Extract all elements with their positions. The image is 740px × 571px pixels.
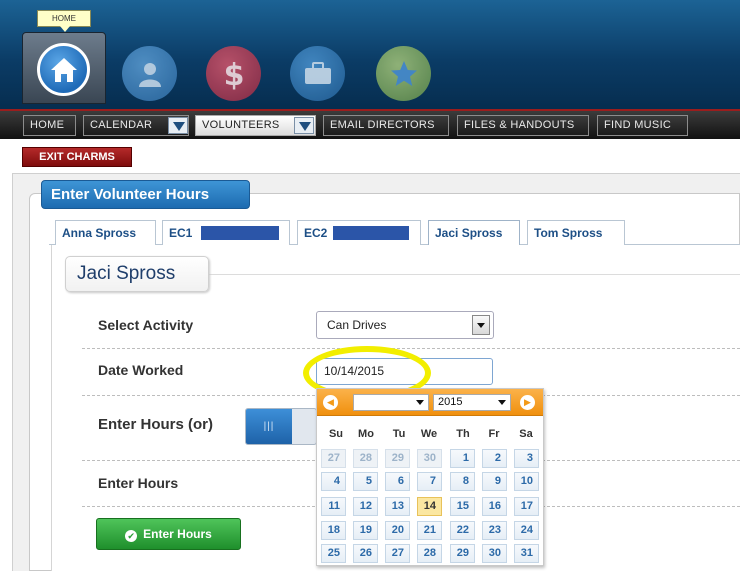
nav-calendar[interactable]: CALENDAR — [83, 115, 189, 136]
chevron-down-icon[interactable] — [168, 117, 188, 134]
calendar-day[interactable]: 6 — [385, 472, 410, 491]
calendar-day[interactable]: 11 — [321, 497, 346, 516]
nav-home[interactable]: HOME — [23, 115, 76, 136]
main-nav: HOME CALENDAR VOLUNTEERS EMAIL DIRECTORS… — [0, 109, 740, 139]
redacted-name — [333, 226, 409, 240]
calendar-day[interactable]: 12 — [353, 497, 378, 516]
input-mode-toggle[interactable]: ||| — [245, 408, 317, 445]
weekday-header: We — [420, 428, 438, 440]
activity-select-value: Can Drives — [327, 318, 387, 332]
prev-month-icon[interactable]: ◀ — [323, 395, 338, 410]
calendar-day[interactable]: 31 — [514, 544, 539, 563]
nav-calendar-label: CALENDAR — [90, 119, 153, 131]
calendar-day[interactable]: 23 — [482, 521, 507, 540]
year-select[interactable]: 2015 — [433, 394, 511, 411]
year-select-value: 2015 — [438, 396, 463, 408]
date-worked-label: Date Worked — [98, 362, 184, 378]
enter-hours-button[interactable]: ✔ Enter Hours — [96, 518, 241, 550]
check-icon: ✔ — [125, 530, 138, 542]
calendar-day[interactable]: 3 — [514, 449, 539, 468]
enter-hours-label: Enter Hours — [98, 475, 179, 491]
chevron-down-icon — [416, 400, 424, 405]
dollar-icon[interactable]: $ — [206, 46, 261, 101]
tab-tom-spross[interactable]: Tom Spross — [527, 220, 625, 245]
calendar-day[interactable]: 15 — [450, 497, 475, 516]
calendar-day[interactable]: 24 — [514, 521, 539, 540]
calendar-day[interactable]: 28 — [353, 449, 378, 468]
weekday-header: Fr — [488, 428, 500, 440]
calendar-day[interactable]: 7 — [417, 472, 442, 491]
panel-title: Enter Volunteer Hours — [41, 180, 250, 209]
enter-hours-or-label: Enter Hours (or) — [98, 416, 214, 433]
nav-files-handouts[interactable]: FILES & HANDOUTS — [457, 115, 589, 136]
nav-find-music[interactable]: FIND MUSIC — [597, 115, 688, 136]
app-header: HOME $ — [0, 0, 740, 109]
person-name-heading: Jaci Spross — [65, 256, 209, 292]
divider — [82, 348, 740, 349]
nav-email-directors[interactable]: EMAIL DIRECTORS — [323, 115, 449, 136]
calendar-day[interactable]: 19 — [353, 521, 378, 540]
weekday-header: Sa — [519, 428, 533, 440]
calendar-day[interactable]: 1 — [450, 449, 475, 468]
home-icon[interactable] — [37, 43, 90, 96]
calendar-day[interactable]: 30 — [482, 544, 507, 563]
weekday-header: Mo — [358, 428, 374, 440]
tab-ec1[interactable]: EC1 — [162, 220, 290, 245]
calendar-day[interactable]: 10 — [514, 472, 539, 491]
calendar-day[interactable]: 27 — [321, 449, 346, 468]
calendar-day[interactable]: 29 — [450, 544, 475, 563]
home-tooltip: HOME — [37, 10, 91, 32]
tab-ec2-label: EC2 — [304, 226, 328, 240]
nav-volunteers[interactable]: VOLUNTEERS — [195, 115, 316, 136]
star-icon[interactable] — [376, 46, 431, 101]
volunteer-icon[interactable] — [122, 46, 177, 101]
calendar-day[interactable]: 4 — [321, 472, 346, 491]
calendar-day[interactable]: 26 — [353, 544, 378, 563]
calendar-day[interactable]: 18 — [321, 521, 346, 540]
chevron-down-icon — [498, 400, 506, 405]
calendar-day[interactable]: 17 — [514, 497, 539, 516]
calendar-day[interactable]: 27 — [385, 544, 410, 563]
tab-ec1-label: EC1 — [169, 226, 193, 240]
calendar-day[interactable]: 2 — [482, 449, 507, 468]
enter-hours-button-label: Enter Hours — [143, 527, 212, 541]
calendar-day[interactable]: 9 — [482, 472, 507, 491]
weekday-header: Th — [456, 428, 470, 440]
calendar-day[interactable]: 16 — [482, 497, 507, 516]
svg-text:$: $ — [223, 58, 244, 90]
select-activity-label: Select Activity — [98, 317, 194, 333]
redacted-name — [201, 226, 279, 240]
chevron-down-icon[interactable] — [472, 315, 490, 335]
toggle-knob[interactable]: ||| — [246, 409, 292, 444]
nav-volunteers-label: VOLUNTEERS — [202, 119, 280, 131]
chevron-down-icon[interactable] — [294, 117, 314, 134]
calendar-day[interactable]: 30 — [417, 449, 442, 468]
calendar-day[interactable]: 21 — [417, 521, 442, 540]
briefcase-icon[interactable] — [290, 46, 345, 101]
tab-jaci-spross[interactable]: Jaci Spross — [428, 220, 520, 246]
next-month-icon[interactable]: ▶ — [520, 395, 535, 410]
calendar-day[interactable]: 25 — [321, 544, 346, 563]
datepicker-header: ◀ 2015 ▶ — [317, 389, 543, 416]
tab-anna-spross[interactable]: Anna Spross — [55, 220, 156, 245]
calendar-day[interactable]: 8 — [450, 472, 475, 491]
calendar-day[interactable]: 5 — [353, 472, 378, 491]
weekday-header: Tu — [392, 428, 406, 440]
tab-ec2[interactable]: EC2 — [297, 220, 421, 245]
calendar-day[interactable]: 28 — [417, 544, 442, 563]
calendar-day[interactable]: 29 — [385, 449, 410, 468]
month-select[interactable] — [353, 394, 429, 411]
calendar-day[interactable]: 20 — [385, 521, 410, 540]
exit-charms-button[interactable]: EXIT CHARMS — [22, 147, 132, 167]
activity-select[interactable]: Can Drives — [316, 311, 494, 339]
calendar-day[interactable]: 22 — [450, 521, 475, 540]
weekday-header: Su — [328, 428, 344, 440]
calendar-day[interactable]: 13 — [385, 497, 410, 516]
datepicker: ◀ 2015 ▶ Su Mo Tu We Th Fr Sa 27 28 29 30 1 2 3 4 5 6 7 8… — [316, 388, 544, 566]
divider — [209, 274, 740, 275]
calendar-day[interactable]: 14 — [417, 497, 442, 516]
